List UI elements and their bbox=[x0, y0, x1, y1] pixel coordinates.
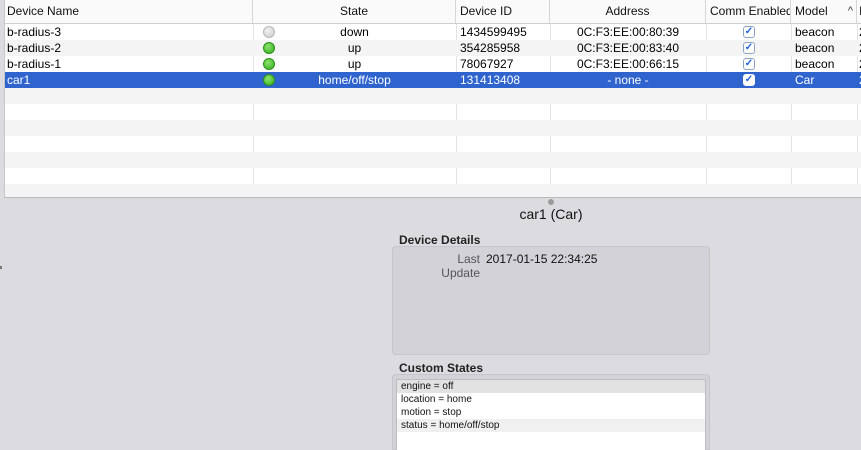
column-header-device-name[interactable]: Device Name bbox=[5, 0, 253, 23]
state-text: up bbox=[347, 41, 362, 55]
model-cell: beacon bbox=[795, 41, 835, 55]
comm-enabled-checkbox[interactable]: ✓ bbox=[743, 26, 755, 38]
model-cell: Car bbox=[795, 73, 815, 87]
sort-ascending-icon: ^ bbox=[847, 5, 853, 17]
empty-row bbox=[5, 104, 861, 120]
state-text: down bbox=[340, 25, 369, 39]
last-update-value: 2017-01-15 22:34:25 bbox=[486, 252, 598, 266]
device-id-cell: 1434599495 bbox=[460, 25, 527, 39]
split-view-handle[interactable] bbox=[548, 199, 554, 205]
column-header-address[interactable]: Address bbox=[550, 0, 706, 23]
state-cell: down bbox=[253, 24, 456, 40]
device-name-cell: b-radius-3 bbox=[7, 25, 62, 39]
device-details-label: Device Details bbox=[399, 233, 481, 247]
address-cell: 0C:F3:EE:00:83:40 bbox=[576, 41, 680, 55]
device-id-cell: 131413408 bbox=[460, 73, 521, 87]
device-title: car1 (Car) bbox=[519, 206, 583, 222]
empty-row bbox=[5, 152, 861, 168]
state-text: home/off/stop bbox=[318, 73, 391, 87]
device-id-cell: 78067927 bbox=[460, 57, 514, 71]
list-item[interactable]: location = home bbox=[397, 393, 705, 406]
column-header-comm-enabled[interactable]: Comm Enabled bbox=[706, 0, 791, 23]
device-id-cell: 354285958 bbox=[460, 41, 521, 55]
comm-enabled-cell: ✓ bbox=[706, 56, 791, 72]
device-name-cell: car1 bbox=[7, 73, 31, 87]
list-item[interactable]: engine = off bbox=[397, 380, 705, 393]
device-name-cell: b-radius-1 bbox=[7, 57, 62, 71]
model-cell: beacon bbox=[795, 25, 835, 39]
custom-states-list: engine = off location = home motion = st… bbox=[396, 379, 706, 450]
table-row[interactable]: b-radius-1 up 78067927 0C:F3:EE:00:66:15… bbox=[5, 56, 861, 72]
address-cell: - none - bbox=[607, 73, 649, 87]
comm-enabled-cell: ✓ bbox=[706, 40, 791, 56]
table-row[interactable]: b-radius-3 down 1434599495 0C:F3:EE:00:8… bbox=[5, 24, 861, 40]
extra-cell: 2 bbox=[857, 24, 861, 40]
empty-row bbox=[5, 168, 861, 184]
state-text: up bbox=[347, 57, 362, 71]
comm-enabled-cell: ✓ bbox=[706, 24, 791, 40]
state-cell: up bbox=[253, 40, 456, 56]
model-cell: beacon bbox=[795, 57, 835, 71]
state-cell: home/off/stop bbox=[253, 72, 456, 88]
device-name-cell: b-radius-2 bbox=[7, 41, 62, 55]
table-header: Device Name State Device ID Address Comm… bbox=[5, 0, 861, 24]
extra-cell: 2 bbox=[857, 56, 861, 72]
comm-enabled-cell: ✓ bbox=[706, 72, 791, 88]
table-body: b-radius-3 down 1434599495 0C:F3:EE:00:8… bbox=[5, 24, 861, 197]
list-item[interactable]: motion = stop bbox=[397, 406, 705, 419]
column-header-model-label: Model bbox=[795, 4, 828, 18]
empty-row bbox=[5, 88, 861, 104]
address-cell: 0C:F3:EE:00:80:39 bbox=[576, 25, 680, 39]
empty-row bbox=[5, 136, 861, 152]
list-item[interactable]: status = home/off/stop bbox=[397, 419, 705, 432]
device-table: Device Name State Device ID Address Comm… bbox=[4, 0, 861, 198]
column-header-model[interactable]: Model ^ bbox=[791, 0, 857, 23]
table-row[interactable]: b-radius-2 up 354285958 0C:F3:EE:00:83:4… bbox=[5, 40, 861, 56]
comm-enabled-checkbox[interactable]: ✓ bbox=[743, 74, 755, 86]
left-edge-marker bbox=[0, 266, 2, 269]
custom-states-label: Custom States bbox=[399, 361, 484, 375]
column-header-extra[interactable]: I bbox=[857, 0, 861, 23]
empty-row bbox=[5, 184, 861, 197]
address-cell: 0C:F3:EE:00:66:15 bbox=[576, 57, 680, 71]
comm-enabled-checkbox[interactable]: ✓ bbox=[743, 58, 755, 70]
last-update-label: Last Update bbox=[441, 252, 480, 280]
table-row-selected[interactable]: car1 home/off/stop 131413408 - none - ✓ … bbox=[5, 72, 861, 88]
state-cell: up bbox=[253, 56, 456, 72]
extra-cell: 2 bbox=[857, 40, 861, 56]
column-header-state[interactable]: State bbox=[253, 0, 456, 23]
extra-cell: 2 bbox=[857, 72, 861, 88]
empty-row bbox=[5, 120, 861, 136]
comm-enabled-checkbox[interactable]: ✓ bbox=[743, 42, 755, 54]
column-header-device-id[interactable]: Device ID bbox=[456, 0, 550, 23]
